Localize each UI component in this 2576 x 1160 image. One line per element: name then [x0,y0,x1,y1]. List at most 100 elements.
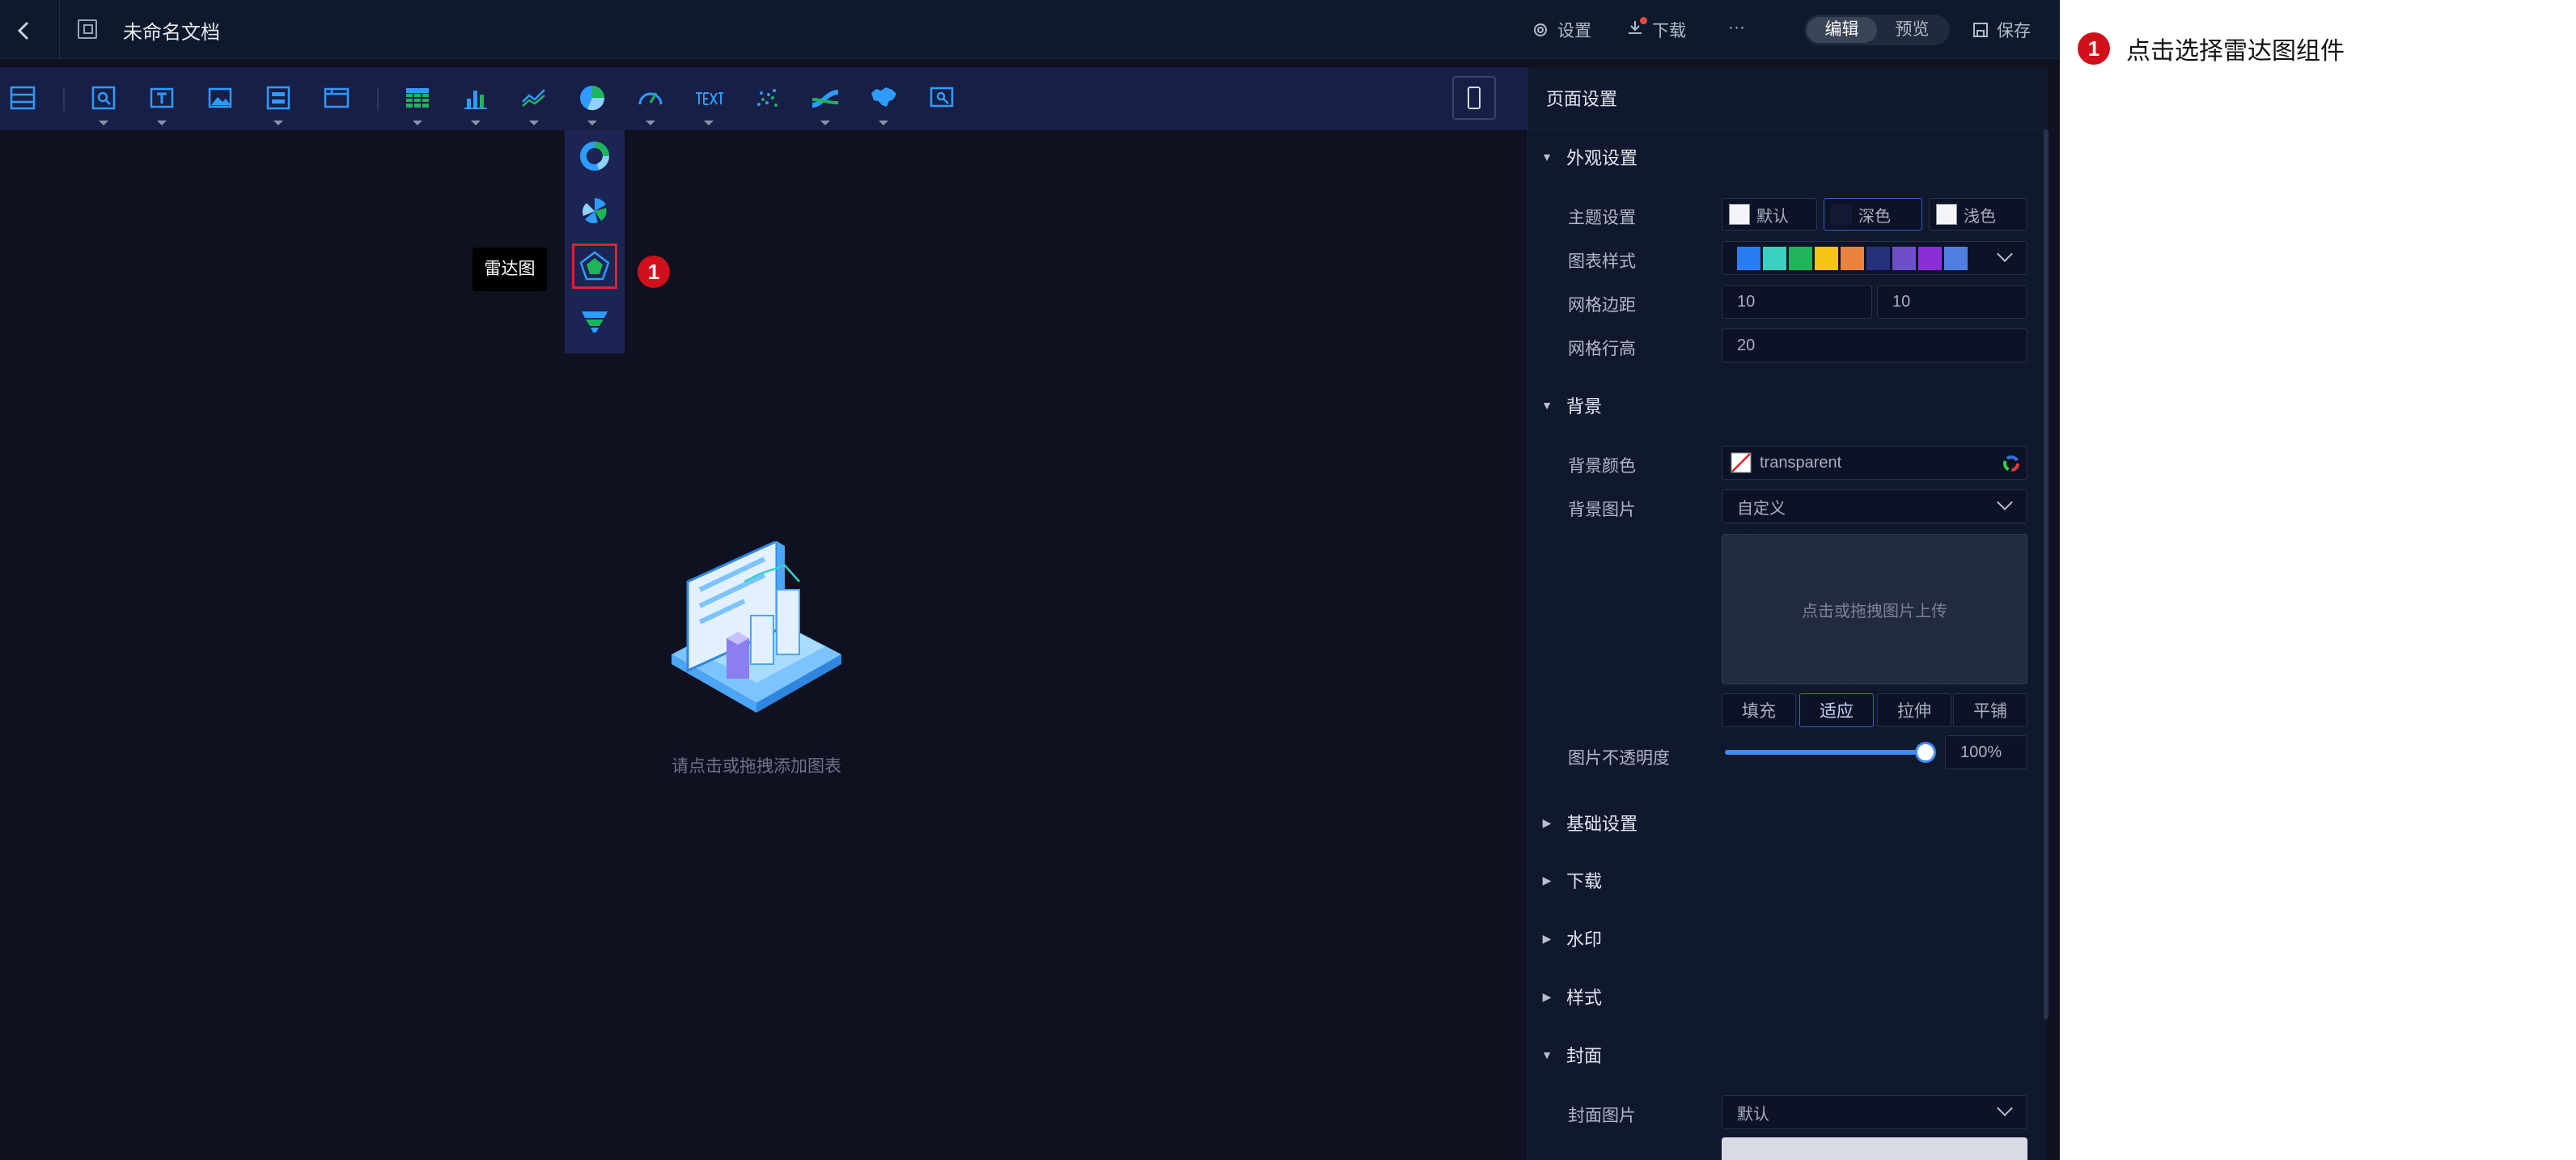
theme-dark-option[interactable]: 深色 [1824,198,1922,231]
chart-style-select[interactable] [1722,241,2027,275]
gauge-tool[interactable] [634,82,667,125]
grid-margin-x-input[interactable]: 10 [1722,285,1872,319]
save-label: 保存 [1997,22,2031,40]
table-tool[interactable] [401,82,434,125]
section-style[interactable]: ▶ 样式 [1527,980,2047,1013]
chevron-down-icon[interactable] [587,121,597,125]
chevron-down-icon [1997,246,2013,262]
mobile-preview-button[interactable] [1452,76,1496,120]
theme-light-option[interactable]: 浅色 [1929,198,2027,231]
donut-chart-option[interactable] [572,133,617,179]
fit-stretch-button[interactable]: 拉伸 [1877,693,1951,727]
theme-default-option[interactable]: 默认 [1722,198,1817,231]
sankey-tool[interactable] [809,82,841,125]
text-tool[interactable] [146,82,178,125]
section-label: 基础设置 [1566,814,1638,834]
download-label: 下载 [1652,22,1686,40]
save-button[interactable]: 保存 [1972,18,2031,42]
gauge-icon [638,92,663,105]
caret-down-icon: ▼ [1541,150,1553,163]
mode-switch: 编辑 预览 [1804,15,1950,45]
image-upload-area[interactable]: 点击或拖拽图片上传 [1722,534,2027,684]
step-instruction: 点击选择雷达图组件 [2126,38,2345,65]
line-chart-tool[interactable] [518,82,550,125]
pie-chart-dropdown [565,130,625,354]
chevron-down-icon[interactable] [157,121,167,125]
bg-image-select[interactable]: 自定义 [1722,489,2027,523]
chevron-down-icon[interactable] [704,121,714,125]
map-tool[interactable] [867,82,900,125]
fit-fill-button[interactable]: 填充 [1722,693,1796,727]
section-basic[interactable]: ▶ 基础设置 [1527,806,2047,839]
caret-right-icon: ▶ [1542,931,1552,945]
radar-chart-icon [579,251,610,281]
opacity-slider-handle[interactable] [1915,742,1936,763]
rose-chart-option[interactable] [572,188,617,234]
bg-color-input[interactable]: transparent [1722,446,2027,480]
selection-tool[interactable] [926,82,958,114]
section-cover[interactable]: ▼ 封面 [1527,1039,2047,1071]
layout-block-tool[interactable] [262,82,294,125]
chevron-down-icon[interactable] [879,121,888,125]
download-button[interactable]: 下载 [1626,17,1686,42]
bg-color-value: transparent [1760,453,1842,472]
fit-contain-button[interactable]: 适应 [1799,693,1874,727]
map-icon [871,87,896,107]
settings-label: 设置 [1557,22,1591,40]
layout-block-icon [266,86,290,110]
chevron-down-icon[interactable] [529,121,539,125]
section-download[interactable]: ▶ 下载 [1527,864,2047,896]
window-tool[interactable] [320,82,353,114]
theme-option-label: 默认 [1756,207,1789,226]
grid-margin-label: 网格边距 [1568,296,1636,315]
radar-chart-option[interactable] [572,243,617,289]
palette-swatch [1737,246,1760,270]
section-watermark[interactable]: ▶ 水印 [1527,922,2047,955]
pie-chart-tool[interactable] [576,82,608,125]
tooltip: 雷达图 [472,248,547,291]
canvas-area[interactable]: 请点击或拖拽添加图表 [0,130,1527,1160]
image-tool[interactable] [204,82,236,114]
fit-tile-button[interactable]: 平铺 [1953,693,2027,727]
bar-chart-tool[interactable] [460,82,492,125]
section-label: 样式 [1566,988,1603,1008]
section-appearance[interactable]: ▼ 外观设置 [1527,141,2047,173]
section-background[interactable]: ▼ 背景 [1527,389,2047,421]
app-window: 未命名文档 设置 下载 ··· 编辑 预览 保存 请点击或拖拽添加图表 雷达图 … [0,0,2060,1160]
bg-color-label: 背景颜色 [1568,457,1636,476]
cover-image-select[interactable]: 默认 [1722,1095,2027,1129]
document-title[interactable]: 未命名文档 [123,16,220,44]
pie-chart-icon [580,86,605,111]
palette-swatch [1789,246,1812,270]
opacity-slider-track[interactable] [1725,750,1929,755]
chevron-down-icon[interactable] [646,121,655,125]
filter-query-tool[interactable] [87,82,120,125]
color-wheel-icon[interactable] [2002,455,2020,472]
edit-mode-button[interactable]: 编辑 [1807,17,1877,43]
back-button[interactable] [8,15,40,47]
palette-swatch [1918,246,1942,270]
section-label: 外观设置 [1566,148,1638,168]
caret-right-icon: ▶ [1542,873,1552,887]
layout-tool[interactable] [6,82,39,114]
funnel-chart-option[interactable] [572,298,617,344]
chevron-down-icon[interactable] [820,121,830,125]
settings-button[interactable]: 设置 [1532,18,1591,42]
chevron-down-icon[interactable] [471,121,481,125]
section-label: 下载 [1566,871,1603,891]
grid-row-height-input[interactable]: 20 [1722,328,2027,362]
preview-mode-button[interactable]: 预览 [1877,17,1947,43]
palette-swatch [1892,246,1916,270]
chevron-down-icon[interactable] [99,121,108,125]
grid-margin-y-input[interactable]: 10 [1877,285,2027,319]
section-label: 水印 [1566,929,1603,950]
text-art-tool[interactable] [693,82,725,125]
opacity-input[interactable]: 100% [1945,735,2027,769]
chevron-down-icon[interactable] [273,121,283,125]
chevron-down-icon[interactable] [413,121,422,125]
scatter-tool[interactable] [751,82,783,114]
step-number-badge: 1 [2078,32,2110,65]
bg-image-value: 自定义 [1737,499,1786,518]
more-button[interactable]: ··· [1728,18,1745,37]
document-icon [78,19,97,39]
